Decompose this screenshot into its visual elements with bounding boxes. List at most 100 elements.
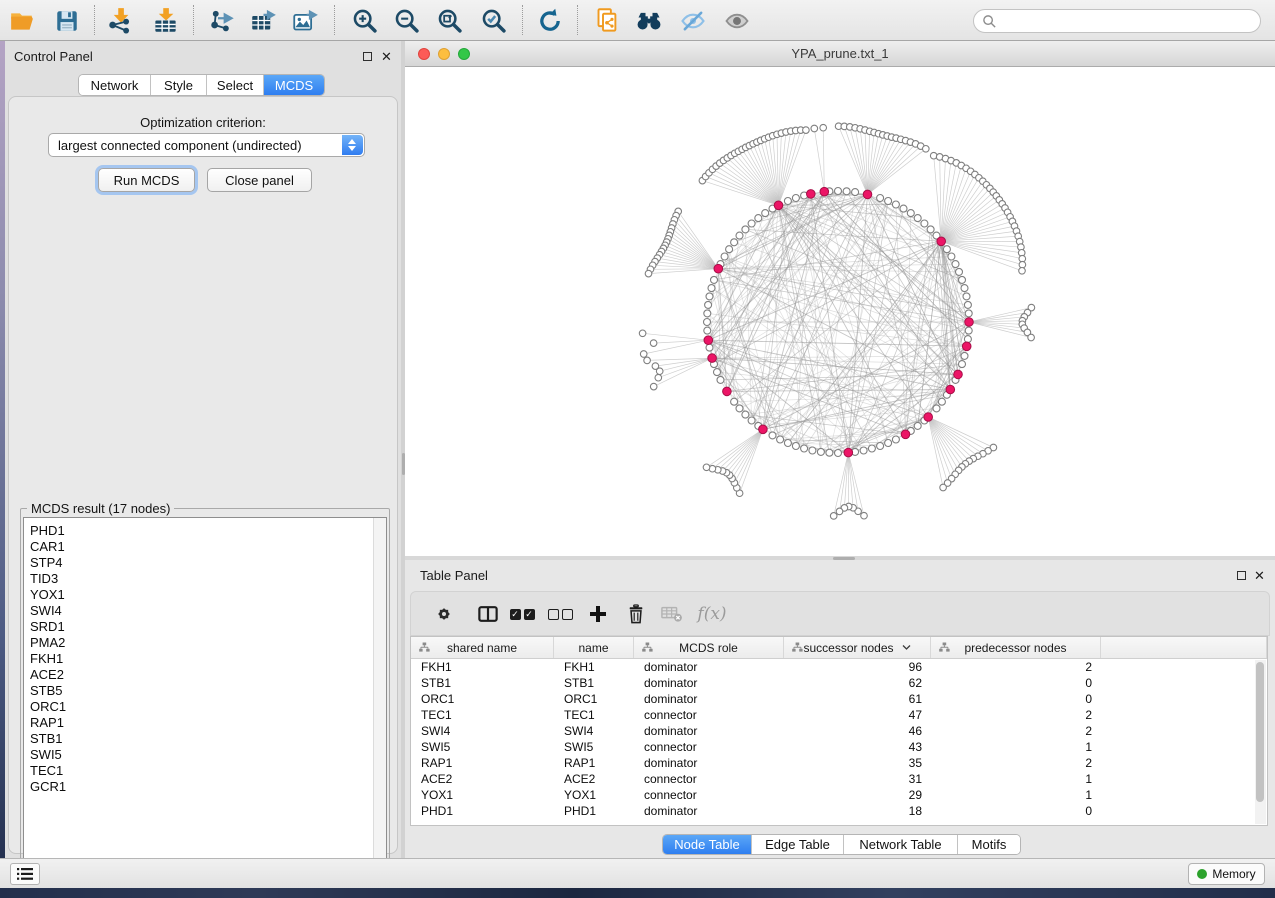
mcds-result-item[interactable]: GCR1 [30, 779, 386, 795]
tab-style[interactable]: Style [151, 75, 207, 95]
mcds-list-scrollbar[interactable] [373, 518, 386, 877]
export-table-icon[interactable] [246, 4, 280, 37]
tab-node-table[interactable]: Node Table [663, 835, 752, 854]
tab-mcds[interactable]: MCDS [264, 75, 324, 95]
tab-motifs[interactable]: Motifs [958, 835, 1020, 854]
float-panel-icon[interactable] [363, 52, 372, 61]
mcds-result-item[interactable]: FKH1 [30, 651, 386, 667]
delete-table-icon[interactable] [657, 598, 687, 630]
task-history-button[interactable] [10, 863, 40, 885]
mcds-result-item[interactable]: SWI4 [30, 603, 386, 619]
hide-details-icon[interactable] [676, 4, 710, 37]
memory-label: Memory [1212, 867, 1255, 881]
table-row[interactable]: SWI5SWI5connector431 [411, 739, 1267, 755]
table-row[interactable]: YOX1YOX1connector291 [411, 787, 1267, 803]
column-header-MCDS-role[interactable]: MCDS role [634, 637, 784, 658]
zoom-fit-icon[interactable] [433, 4, 467, 37]
network-canvas[interactable] [405, 67, 1275, 556]
cell: 2 [931, 659, 1101, 675]
tab-edge-table[interactable]: Edge Table [752, 835, 844, 854]
show-graphics-eye-icon[interactable] [720, 4, 754, 37]
cell: TEC1 [411, 707, 554, 723]
column-header-name[interactable]: name [554, 637, 634, 658]
tab-select[interactable]: Select [207, 75, 264, 95]
mcds-result-item[interactable]: STP4 [30, 555, 386, 571]
mcds-result-item[interactable]: CAR1 [30, 539, 386, 555]
mcds-result-item[interactable]: STB5 [30, 683, 386, 699]
close-table-panel-icon[interactable]: ✕ [1254, 569, 1265, 582]
mcds-result-item[interactable]: PMA2 [30, 635, 386, 651]
search-input[interactable] [997, 14, 1237, 29]
cell: PHD1 [411, 803, 554, 819]
table-row[interactable]: SWI4SWI4dominator462 [411, 723, 1267, 739]
add-column-plus-icon[interactable] [583, 598, 613, 630]
search-icon [982, 14, 997, 29]
refresh-view-icon[interactable] [533, 4, 567, 37]
import-network-icon[interactable] [103, 4, 137, 37]
control-panel-title: Control Panel [14, 49, 93, 64]
tree-column-icon [792, 642, 803, 653]
table-row[interactable]: PHD1PHD1dominator180 [411, 803, 1267, 819]
mcds-result-item[interactable]: TID3 [30, 571, 386, 587]
cell: ORC1 [411, 691, 554, 707]
table-scrollbar[interactable] [1255, 660, 1266, 824]
table-row[interactable]: TEC1TEC1connector472 [411, 707, 1267, 723]
close-panel-button[interactable]: Close panel [207, 168, 312, 192]
search-field[interactable] [973, 9, 1261, 33]
tab-network[interactable]: Network [79, 75, 151, 95]
table-row[interactable]: FKH1FKH1dominator962 [411, 659, 1267, 675]
cell: dominator [634, 723, 784, 739]
toolbar-separator [577, 5, 578, 35]
column-selector-icon[interactable] [473, 598, 503, 630]
mcds-result-item[interactable]: PHD1 [30, 523, 386, 539]
export-image-icon[interactable] [288, 4, 322, 37]
float-table-panel-icon[interactable] [1237, 571, 1246, 580]
table-tabs: Node TableEdge TableNetwork TableMotifs [662, 834, 1021, 855]
zoom-selected-icon[interactable] [477, 4, 511, 37]
table-settings-gear-icon[interactable] [429, 598, 459, 630]
function-builder-icon[interactable]: f(x) [694, 598, 730, 630]
save-session-icon[interactable] [50, 4, 84, 37]
mcds-result-item[interactable]: STB1 [30, 731, 386, 747]
cell: 46 [784, 723, 931, 739]
tab-network-table[interactable]: Network Table [844, 835, 958, 854]
run-mcds-button[interactable]: Run MCDS [98, 168, 195, 192]
import-table-icon[interactable] [148, 4, 182, 37]
column-header-successor-nodes[interactable]: successor nodes [784, 637, 931, 658]
cell: TEC1 [554, 707, 634, 723]
mcds-result-item[interactable]: YOX1 [30, 587, 386, 603]
table-row[interactable]: STB1STB1dominator620 [411, 675, 1267, 691]
memory-status-icon [1197, 869, 1207, 879]
open-file-icon[interactable] [5, 4, 39, 37]
toolbar-separator [94, 5, 95, 35]
export-network-icon[interactable] [205, 4, 239, 37]
search-network-binoculars-icon[interactable] [632, 4, 666, 37]
select-all-checkboxes-icon[interactable]: ✓✓ [507, 598, 537, 630]
table-row[interactable]: ACE2ACE2connector311 [411, 771, 1267, 787]
network-share-doc-icon[interactable] [590, 4, 624, 37]
mcds-result-list[interactable]: PHD1CAR1STP4TID3YOX1SWI4SRD1PMA2FKH1ACE2… [23, 517, 387, 878]
deselect-all-checkboxes-icon[interactable] [545, 598, 575, 630]
memory-button[interactable]: Memory [1188, 863, 1265, 885]
mcds-result-item[interactable]: ORC1 [30, 699, 386, 715]
table-row[interactable]: ORC1ORC1dominator610 [411, 691, 1267, 707]
zoom-out-icon[interactable] [390, 4, 424, 37]
control-panel: Control Panel ✕ NetworkStyleSelectMCDS O… [5, 41, 401, 858]
close-panel-icon[interactable]: ✕ [381, 50, 392, 63]
node-table[interactable]: shared namenameMCDS rolesuccessor nodesp… [410, 636, 1268, 826]
column-header-predecessor-nodes[interactable]: predecessor nodes [931, 637, 1101, 658]
mcds-result-item[interactable]: SRD1 [30, 619, 386, 635]
column-header-shared-name[interactable]: shared name [411, 637, 554, 658]
delete-column-trash-icon[interactable] [621, 598, 651, 630]
table-panel: Table Panel ✕ ✓✓ f(x) shared namenameMCD… [405, 560, 1275, 858]
table-row[interactable]: RAP1RAP1dominator352 [411, 755, 1267, 771]
mcds-result-item[interactable]: RAP1 [30, 715, 386, 731]
mcds-result-item[interactable]: ACE2 [30, 667, 386, 683]
mcds-result-item[interactable]: SWI5 [30, 747, 386, 763]
mcds-result-item[interactable]: TEC1 [30, 763, 386, 779]
table-scrollbar-thumb[interactable] [1256, 662, 1264, 802]
cell: FKH1 [554, 659, 634, 675]
zoom-in-icon[interactable] [348, 4, 382, 37]
optimization-criterion-dropdown[interactable]: largest connected component (undirected) [48, 133, 365, 157]
network-titlebar[interactable]: YPA_prune.txt_1 [405, 41, 1275, 67]
